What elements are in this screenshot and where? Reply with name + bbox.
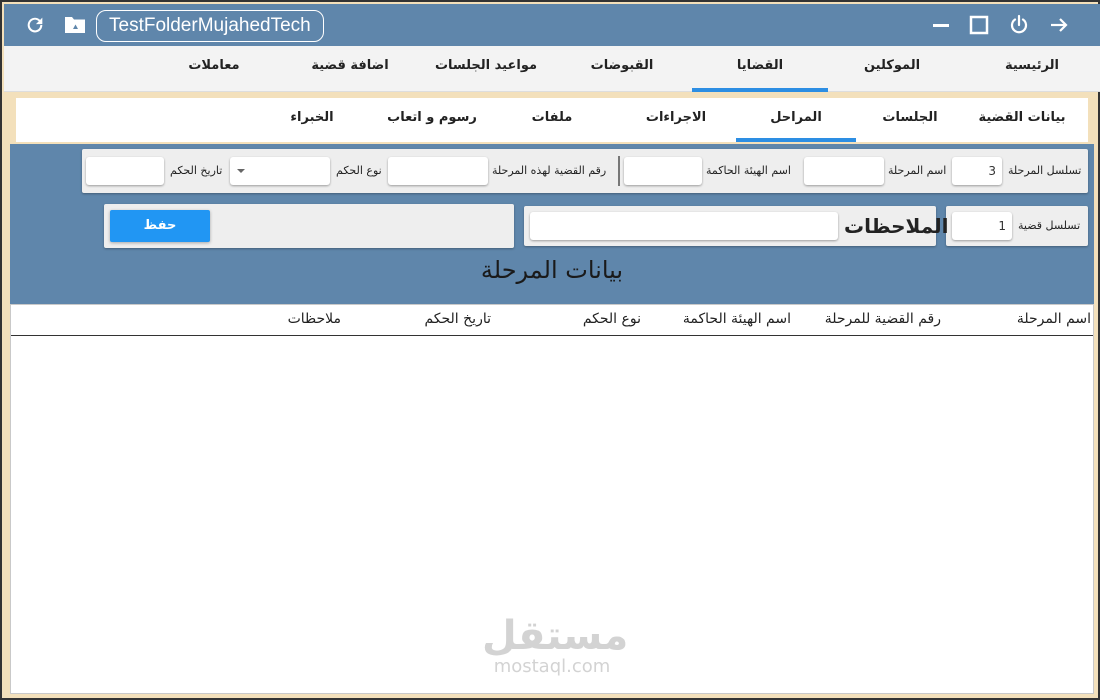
tab-transactions[interactable]: معاملات — [146, 46, 282, 92]
notes-label: الملاحظات — [844, 214, 949, 238]
subtab-procedures[interactable]: الاجراءات — [616, 98, 736, 142]
subtab-experts[interactable]: الخبراء — [252, 98, 372, 142]
stage-seq-label: تسلسل المرحلة — [1008, 164, 1082, 177]
court-name-input[interactable] — [624, 157, 702, 185]
table-header: اسم المرحلة رقم القضية للمرحلة اسم الهيئ… — [11, 305, 1093, 336]
watermark: مستقل mostaql.com — [482, 613, 629, 677]
tab-receipts[interactable]: القبوضات — [554, 46, 690, 92]
case-no-input[interactable] — [388, 157, 488, 185]
tab-session-dates[interactable]: مواعيد الجلسات — [418, 46, 554, 92]
minimize-icon[interactable] — [928, 12, 954, 38]
case-no-label: رقم القضية لهذه المرحلة — [492, 164, 607, 177]
verdict-date-label: تاريخ الحكم — [170, 164, 223, 177]
title-bar: TestFolderMujahedTech — [4, 4, 1100, 46]
case-seq-box: تسلسل قضية 1 — [946, 206, 1088, 246]
court-name-label: اسم الهيئة الحاكمة — [706, 164, 791, 177]
col-stage-name[interactable]: اسم المرحلة — [1017, 311, 1091, 327]
main-nav: الرئيسية الموكلين القضايا القبوضات مواعي… — [4, 46, 1100, 92]
power-icon[interactable] — [1006, 12, 1032, 38]
tab-add-case[interactable]: اضافة قضية — [282, 46, 418, 92]
refresh-icon[interactable] — [22, 12, 48, 38]
subtab-fees[interactable]: رسوم و اتعاب — [372, 98, 492, 142]
field-separator — [618, 156, 620, 186]
notes-box: الملاحظات — [524, 206, 948, 246]
arrow-right-icon[interactable] — [1046, 12, 1072, 38]
stage-fields-row: تسلسل المرحلة 3 اسم المرحلة اسم الهيئة ا… — [82, 149, 1088, 193]
col-case-number[interactable]: رقم القضية للمرحلة — [825, 311, 941, 327]
subtab-sessions[interactable]: الجلسات — [850, 98, 970, 142]
chevron-down-icon — [237, 169, 245, 173]
subtab-files[interactable]: ملفات — [492, 98, 612, 142]
stage-name-input[interactable] — [804, 157, 884, 185]
tab-home[interactable]: الرئيسية — [964, 46, 1100, 92]
section-title: بيانات المرحلة — [480, 256, 624, 284]
col-verdict-date[interactable]: تاريخ الحكم — [424, 311, 491, 327]
maximize-icon[interactable] — [966, 12, 992, 38]
sub-nav: بيانات القضية الجلسات المراحل الاجراءات … — [16, 98, 1088, 142]
tab-cases[interactable]: القضايا — [692, 46, 828, 92]
subtab-case-data[interactable]: بيانات القضية — [962, 98, 1082, 142]
stage-name-label: اسم المرحلة — [888, 164, 947, 177]
verdict-date-input[interactable] — [86, 157, 164, 185]
folder-name-chip[interactable]: TestFolderMujahedTech — [96, 10, 324, 42]
verdict-type-label: نوع الحكم — [336, 164, 382, 177]
col-verdict-type[interactable]: نوع الحكم — [583, 311, 641, 327]
save-button[interactable]: حفظ — [110, 210, 210, 242]
app-window: TestFolderMujahedTech الرئيسية الموكلين … — [0, 0, 1100, 700]
verdict-type-select[interactable] — [230, 157, 330, 185]
col-court-name[interactable]: اسم الهيئة الحاكمة — [683, 311, 791, 327]
col-notes[interactable]: ملاحظات — [288, 311, 341, 327]
watermark-arabic: مستقل — [482, 613, 629, 659]
drive-folder-icon[interactable] — [62, 12, 88, 38]
case-seq-input[interactable]: 1 — [952, 212, 1012, 240]
tab-clients[interactable]: الموكلين — [824, 46, 960, 92]
stage-seq-input[interactable]: 3 — [952, 157, 1002, 185]
subtab-stages[interactable]: المراحل — [736, 98, 856, 142]
case-seq-label: تسلسل قضية — [1018, 219, 1081, 232]
watermark-latin: mostaql.com — [493, 656, 611, 677]
notes-input[interactable] — [530, 212, 838, 240]
